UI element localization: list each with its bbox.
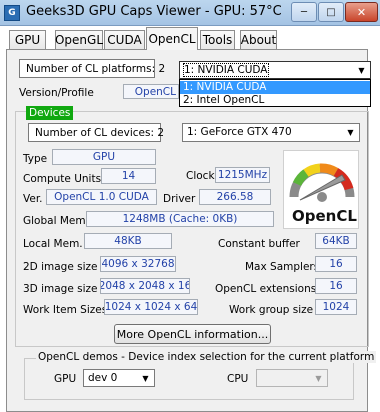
- driver-value: 266.58: [199, 189, 271, 205]
- constant-buffer-value: 64KB: [315, 233, 357, 249]
- platform-option[interactable]: 1: NVIDIA CUDA: [180, 81, 370, 94]
- tab-tools[interactable]: Tools: [200, 30, 235, 49]
- ver-label: Ver.: [23, 193, 43, 205]
- version-profile-value: OpenCL: [123, 84, 179, 99]
- compute-units-value: 14: [101, 168, 156, 184]
- work-item-value: 1024 x 1024 x 64: [104, 299, 198, 315]
- opencl-logo: OpenCL: [283, 150, 359, 229]
- tab-opengl[interactable]: OpenGL: [55, 30, 103, 49]
- platform-select-value: 1: NVIDIA CUDA: [183, 63, 269, 77]
- tab-gpu[interactable]: GPU: [9, 30, 46, 49]
- platform-count-label: Number of CL platforms: 2: [19, 59, 165, 78]
- tab-about[interactable]: About: [240, 30, 277, 49]
- image3d-value: 2048 x 2048 x 16: [100, 278, 190, 294]
- type-value: GPU: [52, 149, 156, 165]
- tab-label: GPU: [14, 33, 41, 47]
- platform-select[interactable]: 1: NVIDIA CUDA ▼: [179, 61, 371, 79]
- chevron-down-icon: ▼: [315, 373, 322, 383]
- tab-opencl[interactable]: OpenCL: [146, 27, 198, 50]
- ver-value: OpenCL 1.0 CUDA: [46, 189, 157, 205]
- constant-buffer-label: Constant buffer: [218, 238, 300, 250]
- device-count-label: Number of CL devices: 2: [28, 123, 164, 142]
- clock-label: Clock: [186, 170, 215, 182]
- chevron-down-icon: ▼: [142, 373, 149, 383]
- tab-label: OpenCL: [148, 32, 196, 46]
- local-mem-label: Local Mem.: [23, 238, 83, 250]
- max-samplers-value: 16: [315, 256, 357, 272]
- global-mem-label: Global Mem.: [23, 215, 89, 227]
- more-opencl-info-button[interactable]: More OpenCL information...: [114, 324, 271, 344]
- devices-group-title: Devices: [26, 106, 74, 120]
- gpu-device-select-value: dev 0: [88, 372, 118, 384]
- maximize-icon: □: [326, 6, 336, 18]
- global-mem-value: 1248MB (Cache: 0KB): [86, 211, 274, 227]
- chevron-down-icon: ▼: [347, 128, 354, 137]
- cpu-device-select[interactable]: ▼: [256, 369, 328, 387]
- gauge-icon: [289, 163, 355, 202]
- clock-value: 1215MHz: [215, 167, 270, 183]
- tab-label: CUDA: [107, 33, 142, 47]
- image2d-value: 4096 x 32768: [100, 256, 176, 272]
- app-icon: G: [4, 5, 20, 21]
- maximize-button[interactable]: □: [318, 2, 344, 22]
- gpu-device-label: GPU: [54, 373, 77, 385]
- image2d-label: 2D image size: [23, 261, 98, 273]
- work-group-value: 1024: [315, 299, 357, 315]
- local-mem-value: 48KB: [84, 233, 172, 249]
- driver-label: Driver: [163, 193, 196, 205]
- cpu-device-label: CPU: [227, 373, 249, 385]
- tab-label: OpenGL: [54, 33, 104, 47]
- version-profile-label: Version/Profile: [19, 87, 94, 99]
- tab-label: About: [240, 33, 277, 47]
- close-icon: ✕: [356, 5, 367, 19]
- extensions-value: 16: [315, 278, 357, 294]
- max-samplers-label: Max Samplers: [245, 261, 320, 273]
- type-label: Type: [23, 153, 48, 165]
- platform-option[interactable]: 2: Intel OpenCL: [180, 94, 370, 107]
- platform-dropdown-list[interactable]: 1: NVIDIA CUDA 2: Intel OpenCL: [179, 79, 371, 107]
- window-title: Geeks3D GPU Caps Viewer - GPU: 57°C: [26, 4, 282, 19]
- extensions-label: OpenCL extensions: [215, 283, 317, 295]
- close-button[interactable]: ✕: [345, 2, 378, 22]
- gpu-device-select[interactable]: dev 0 ▼: [83, 369, 155, 387]
- minimize-icon: ─: [300, 6, 308, 18]
- compute-units-label: Compute Units: [23, 173, 102, 185]
- tab-label: Tools: [202, 33, 233, 47]
- device-select-value: 1: GeForce GTX 470: [187, 126, 292, 138]
- work-item-label: Work Item Sizes: [23, 304, 108, 316]
- work-group-label: Work group size: [229, 304, 314, 316]
- chevron-down-icon: ▼: [358, 65, 365, 75]
- minimize-button[interactable]: ─: [291, 2, 317, 22]
- opencl-logo-text: OpenCL: [292, 207, 357, 225]
- image3d-label: 3D image size: [23, 283, 98, 295]
- tab-cuda[interactable]: CUDA: [104, 30, 145, 49]
- device-select[interactable]: 1: GeForce GTX 470 ▼: [182, 123, 360, 142]
- demos-group-title: OpenCL demos - Device index selection fo…: [36, 351, 377, 363]
